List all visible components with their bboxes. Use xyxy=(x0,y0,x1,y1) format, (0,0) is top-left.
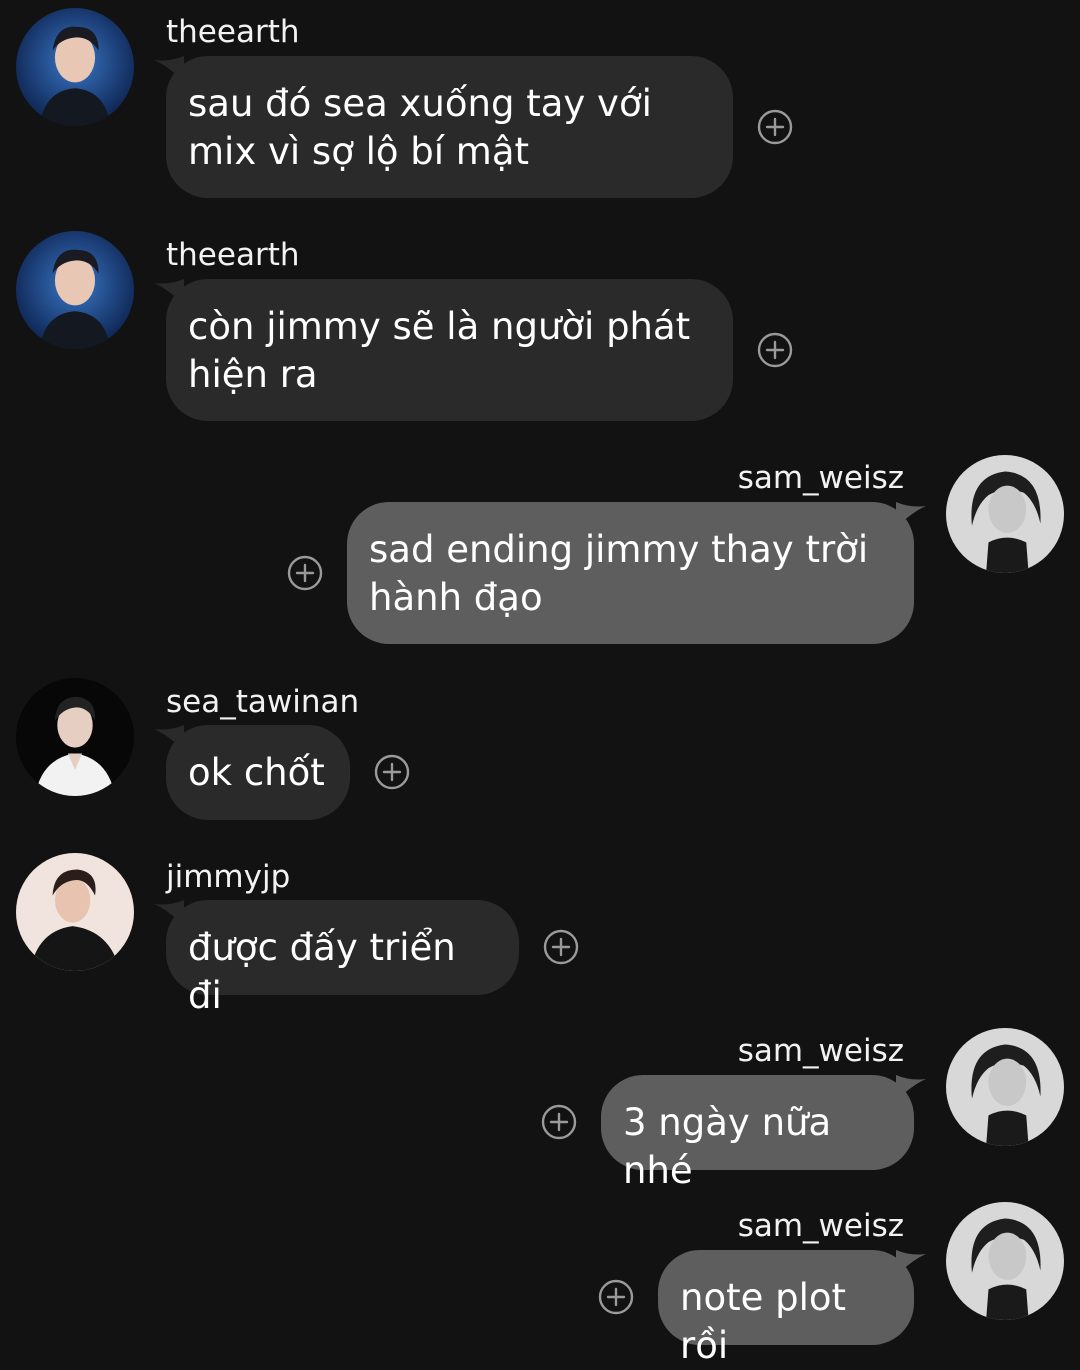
sender-username: sam_weisz xyxy=(737,460,904,496)
sender-username: theearth xyxy=(166,14,300,50)
message-bubble[interactable]: ok chốt xyxy=(166,725,350,820)
message-bubble[interactable]: note plot rồi xyxy=(658,1250,914,1367)
sam-weisz-avatar[interactable] xyxy=(946,1202,1064,1320)
sender-username: sam_weisz xyxy=(737,1208,904,1244)
sender-username: jimmyjp xyxy=(166,859,291,895)
message-bubble[interactable]: sad ending jimmy thay trời hành đạo xyxy=(347,502,914,644)
theearth-avatar[interactable] xyxy=(16,8,134,126)
sender-username: sea_tawinan xyxy=(166,684,360,720)
sender-username: theearth xyxy=(166,237,300,273)
jimmyjp-avatar[interactable] xyxy=(16,853,134,971)
add-reaction-icon[interactable] xyxy=(598,1279,634,1315)
message-bubble[interactable]: được đấy triển đi xyxy=(166,900,519,1017)
sea-tawinan-avatar[interactable] xyxy=(16,678,134,796)
add-reaction-icon[interactable] xyxy=(374,754,410,790)
theearth-avatar[interactable] xyxy=(16,231,134,349)
add-reaction-icon[interactable] xyxy=(287,555,323,591)
add-reaction-icon[interactable] xyxy=(757,109,793,145)
add-reaction-icon[interactable] xyxy=(541,1104,577,1140)
sam-weisz-avatar[interactable] xyxy=(946,1028,1064,1146)
message-bubble[interactable]: 3 ngày nữa nhé xyxy=(601,1075,914,1192)
message-bubble[interactable]: còn jimmy sẽ là người phát hiện ra xyxy=(166,279,733,421)
add-reaction-icon[interactable] xyxy=(757,332,793,368)
add-reaction-icon[interactable] xyxy=(543,929,579,965)
sam-weisz-avatar[interactable] xyxy=(946,455,1064,573)
sender-username: sam_weisz xyxy=(737,1033,904,1069)
message-bubble[interactable]: sau đó sea xuống tay với mix vì sợ lộ bí… xyxy=(166,56,733,198)
